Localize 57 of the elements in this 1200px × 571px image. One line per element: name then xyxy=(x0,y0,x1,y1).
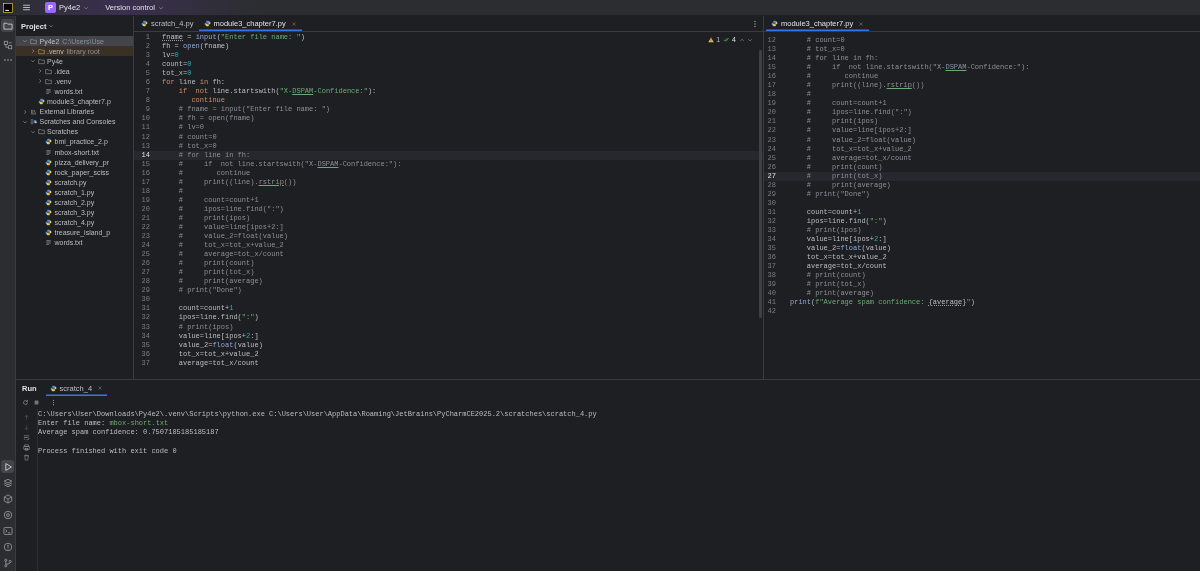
more-icon[interactable] xyxy=(50,399,57,406)
rerun-icon[interactable] xyxy=(22,399,29,406)
branch-icon[interactable] xyxy=(2,557,13,568)
python-icon xyxy=(203,20,211,27)
books-icon xyxy=(30,108,37,116)
close-icon[interactable] xyxy=(97,385,104,391)
chevron-down-icon xyxy=(48,23,55,29)
python-icon xyxy=(45,229,52,237)
python-icon xyxy=(45,199,52,207)
python-icon xyxy=(45,138,52,146)
double-check-icon xyxy=(723,36,731,43)
trash-icon[interactable] xyxy=(23,454,30,461)
python-icon xyxy=(49,384,57,392)
target-icon[interactable] xyxy=(2,509,13,520)
more-icon[interactable] xyxy=(751,19,759,28)
structure-icon[interactable] xyxy=(2,39,13,50)
text-file-icon xyxy=(45,239,52,247)
python-icon xyxy=(45,168,52,176)
chevron-down-icon[interactable] xyxy=(29,128,36,135)
menu-icon[interactable] xyxy=(22,3,31,12)
chevron-right-icon[interactable] xyxy=(37,68,43,75)
chevron-down-icon xyxy=(83,4,90,11)
cube-icon[interactable] xyxy=(2,493,13,504)
chevron-right-icon[interactable] xyxy=(37,78,43,85)
close-icon[interactable] xyxy=(858,20,865,27)
python-icon xyxy=(45,219,52,227)
chevron-down-icon[interactable] xyxy=(22,38,28,45)
stop-icon[interactable] xyxy=(33,399,40,406)
layers-icon[interactable] xyxy=(2,477,13,488)
logo-icon xyxy=(3,2,13,13)
chevron-up-icon[interactable] xyxy=(739,36,745,43)
folder-icon[interactable] xyxy=(2,20,13,31)
text-file-icon xyxy=(45,88,52,95)
up-arrow-icon[interactable] xyxy=(23,414,30,421)
printer-icon[interactable] xyxy=(23,444,30,451)
warning-circle-icon[interactable] xyxy=(2,541,13,552)
python-icon xyxy=(45,209,52,217)
python-icon xyxy=(45,178,52,186)
play-icon[interactable] xyxy=(2,461,13,472)
chevron-right-icon[interactable] xyxy=(29,48,36,55)
chevron-down-icon[interactable] xyxy=(747,36,753,43)
python-icon xyxy=(45,188,52,196)
terminal-icon[interactable] xyxy=(2,525,13,536)
text-file-icon xyxy=(45,148,52,156)
python-icon xyxy=(37,98,45,106)
chevron-down-icon[interactable] xyxy=(22,118,28,125)
wrap-lines-icon[interactable] xyxy=(23,434,30,441)
folder-icon xyxy=(37,128,45,136)
python-icon xyxy=(45,158,52,166)
down-arrow-icon[interactable] xyxy=(23,424,30,431)
python-icon xyxy=(771,20,778,27)
close-icon[interactable] xyxy=(290,20,297,27)
python-icon xyxy=(141,20,148,27)
python-lines-icon xyxy=(30,118,37,126)
chevron-down-icon[interactable] xyxy=(29,58,36,65)
chevron-right-icon[interactable] xyxy=(22,108,28,115)
chevron-down-icon xyxy=(157,4,164,11)
